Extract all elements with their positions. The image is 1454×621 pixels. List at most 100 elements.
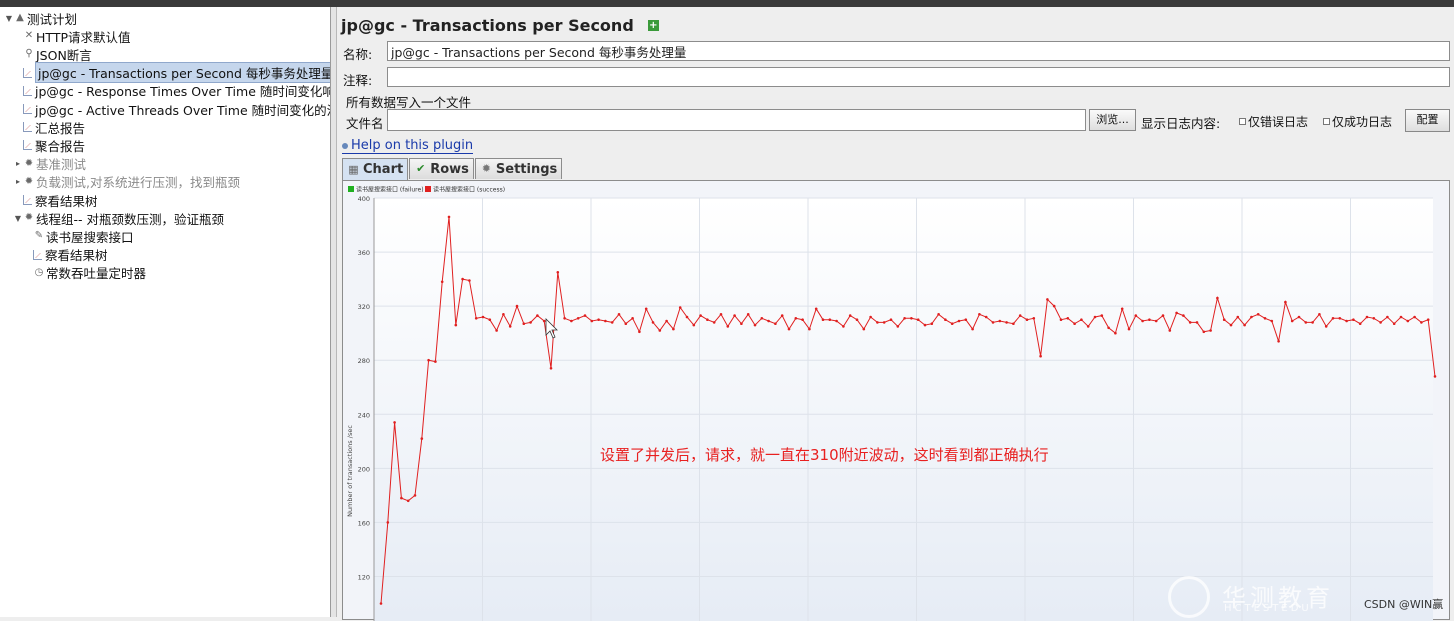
tree-toggle-icon[interactable]: ▼ — [13, 214, 23, 223]
data-point — [1345, 319, 1348, 323]
data-point — [1420, 321, 1423, 324]
gear-icon: ✹ — [24, 157, 34, 169]
data-point — [869, 315, 872, 319]
browse-button[interactable]: 浏览... — [1089, 109, 1136, 131]
data-point — [1216, 296, 1219, 300]
data-point — [1399, 315, 1403, 319]
tree-node[interactable]: jp@gc - Active Threads Over Time 随时间变化的活 — [13, 100, 330, 118]
data-point — [427, 358, 430, 362]
success-only-box[interactable] — [1323, 118, 1330, 125]
filename-label: 文件名 — [346, 116, 384, 131]
tree-node-label: 聚合报告 — [35, 138, 86, 154]
tree-node[interactable]: 察看结果树 — [13, 191, 98, 209]
errors-only-checkbox[interactable]: 仅错误日志 — [1239, 113, 1308, 130]
data-point — [991, 321, 995, 324]
tree-node-label: 察看结果树 — [35, 193, 98, 209]
data-point — [848, 314, 852, 317]
data-point — [910, 317, 913, 320]
graph-icon — [23, 67, 32, 78]
tree-node[interactable]: ▸ ✹ 基准测试 — [13, 155, 86, 173]
tree-toggle-icon[interactable]: ▸ — [13, 177, 23, 186]
tree-node[interactable]: 聚合报告 — [13, 136, 85, 154]
data-point — [1100, 314, 1104, 317]
data-point — [1433, 375, 1437, 378]
data-point — [556, 271, 560, 274]
help-link[interactable]: Help on this plugin — [342, 138, 474, 154]
data-point — [590, 319, 594, 323]
data-point — [1311, 321, 1314, 324]
tab-chart[interactable]: ▦ Chart — [342, 158, 409, 180]
tree-node-label: 基准测试 — [36, 157, 87, 173]
comment-input[interactable] — [387, 67, 1450, 87]
data-point — [706, 318, 709, 321]
data-point — [1114, 331, 1117, 335]
data-point — [1086, 325, 1090, 328]
data-point — [692, 323, 696, 327]
tree-node[interactable]: ▼ ✹ 线程组-- 对瓶颈数压测，验证瓶颈 — [13, 209, 224, 227]
tab-rows[interactable]: ✔ Rows — [409, 158, 474, 179]
config-button[interactable]: 配置 — [1405, 109, 1450, 132]
name-input[interactable] — [387, 41, 1450, 61]
data-point — [1052, 304, 1056, 308]
expand-plus-icon[interactable]: + — [647, 20, 659, 31]
data-point — [379, 602, 383, 605]
tree-node[interactable]: ◷ 常数吞吐量定时器 — [23, 264, 146, 282]
data-point — [828, 318, 832, 321]
tree-node[interactable]: 察看结果树 — [23, 246, 108, 264]
chart-area: 120 160 200 240 280 320 360 400 Number of transa… — [342, 180, 1450, 621]
csdn-credit: CSDN @WIN赢 — [1364, 598, 1444, 611]
tree-node[interactable]: ✎ 读书屋搜索接口 — [23, 227, 134, 245]
data-point — [801, 318, 804, 321]
data-point — [1256, 313, 1260, 316]
data-point — [1236, 315, 1240, 319]
y-tick-label: 200 — [358, 465, 370, 473]
data-point — [529, 321, 532, 324]
graph-icon — [33, 249, 42, 260]
tree-node-label: jp@gc - Transactions per Second 每秒事务处理量 — [35, 62, 330, 84]
data-point — [631, 317, 634, 320]
data-point — [1073, 322, 1076, 325]
tree-node[interactable]: jp@gc - Response Times Over Time 随时间变化响 — [13, 82, 330, 100]
tree-node[interactable]: ▼ ▲ 测试计划 — [4, 9, 77, 27]
tree-node[interactable]: ✕ HTTP请求默认值 — [13, 27, 131, 45]
tree-toggle-icon[interactable]: ▼ — [4, 14, 14, 23]
data-point — [624, 322, 628, 325]
data-point — [1168, 329, 1172, 332]
data-point — [1297, 315, 1301, 319]
tree-node[interactable]: ▸ ✹ 负载测试,对系统进行压测，找到瓶颈 — [13, 173, 240, 191]
watermark-subtext: HCTESTEDU — [1224, 603, 1312, 614]
data-point — [1066, 317, 1070, 320]
legend-label: 读书屋搜索接口 (success) — [433, 186, 505, 194]
data-point — [644, 307, 648, 311]
filename-input[interactable] — [387, 109, 1086, 131]
errors-only-box[interactable] — [1239, 118, 1246, 125]
data-point — [1270, 319, 1274, 323]
data-point — [998, 319, 1002, 323]
name-label: 名称: — [343, 47, 373, 62]
data-point — [1338, 317, 1342, 320]
data-point — [481, 315, 485, 319]
clock-icon: ◷ — [34, 266, 44, 278]
help-link-text[interactable]: Help on this plugin — [351, 138, 473, 153]
data-point — [1290, 319, 1294, 323]
data-point — [1406, 319, 1410, 323]
data-point — [488, 318, 492, 321]
panel-splitter[interactable] — [331, 7, 337, 617]
data-point — [814, 307, 818, 311]
tree-node[interactable]: 汇总报告 — [13, 118, 85, 136]
y-tick-label: 400 — [358, 195, 370, 203]
data-point — [542, 319, 546, 323]
component-panel: jp@gc - Transactions per Second + 名称: 注释… — [338, 7, 1454, 621]
data-point — [563, 317, 566, 320]
log-content-label: 显示日志内容: — [1141, 116, 1221, 131]
tree-toggle-icon[interactable]: ▸ — [13, 159, 23, 168]
tree-node[interactable]: jp@gc - Transactions per Second 每秒事务处理量 — [13, 62, 330, 84]
success-only-checkbox[interactable]: 仅成功日志 — [1323, 113, 1392, 130]
test-plan-tree[interactable]: ▼ ▲ 测试计划 ✕ HTTP请求默认值 ⚲ JSON断言 jp@gc - Transacti… — [0, 7, 331, 617]
watermark-logo-icon — [1168, 576, 1210, 618]
data-point — [1025, 318, 1029, 321]
tree-node[interactable]: ⚲ JSON断言 — [13, 45, 91, 63]
data-point — [406, 499, 410, 503]
tab-settings[interactable]: ✹ Settings — [474, 158, 563, 179]
y-tick-label: 280 — [358, 357, 370, 365]
